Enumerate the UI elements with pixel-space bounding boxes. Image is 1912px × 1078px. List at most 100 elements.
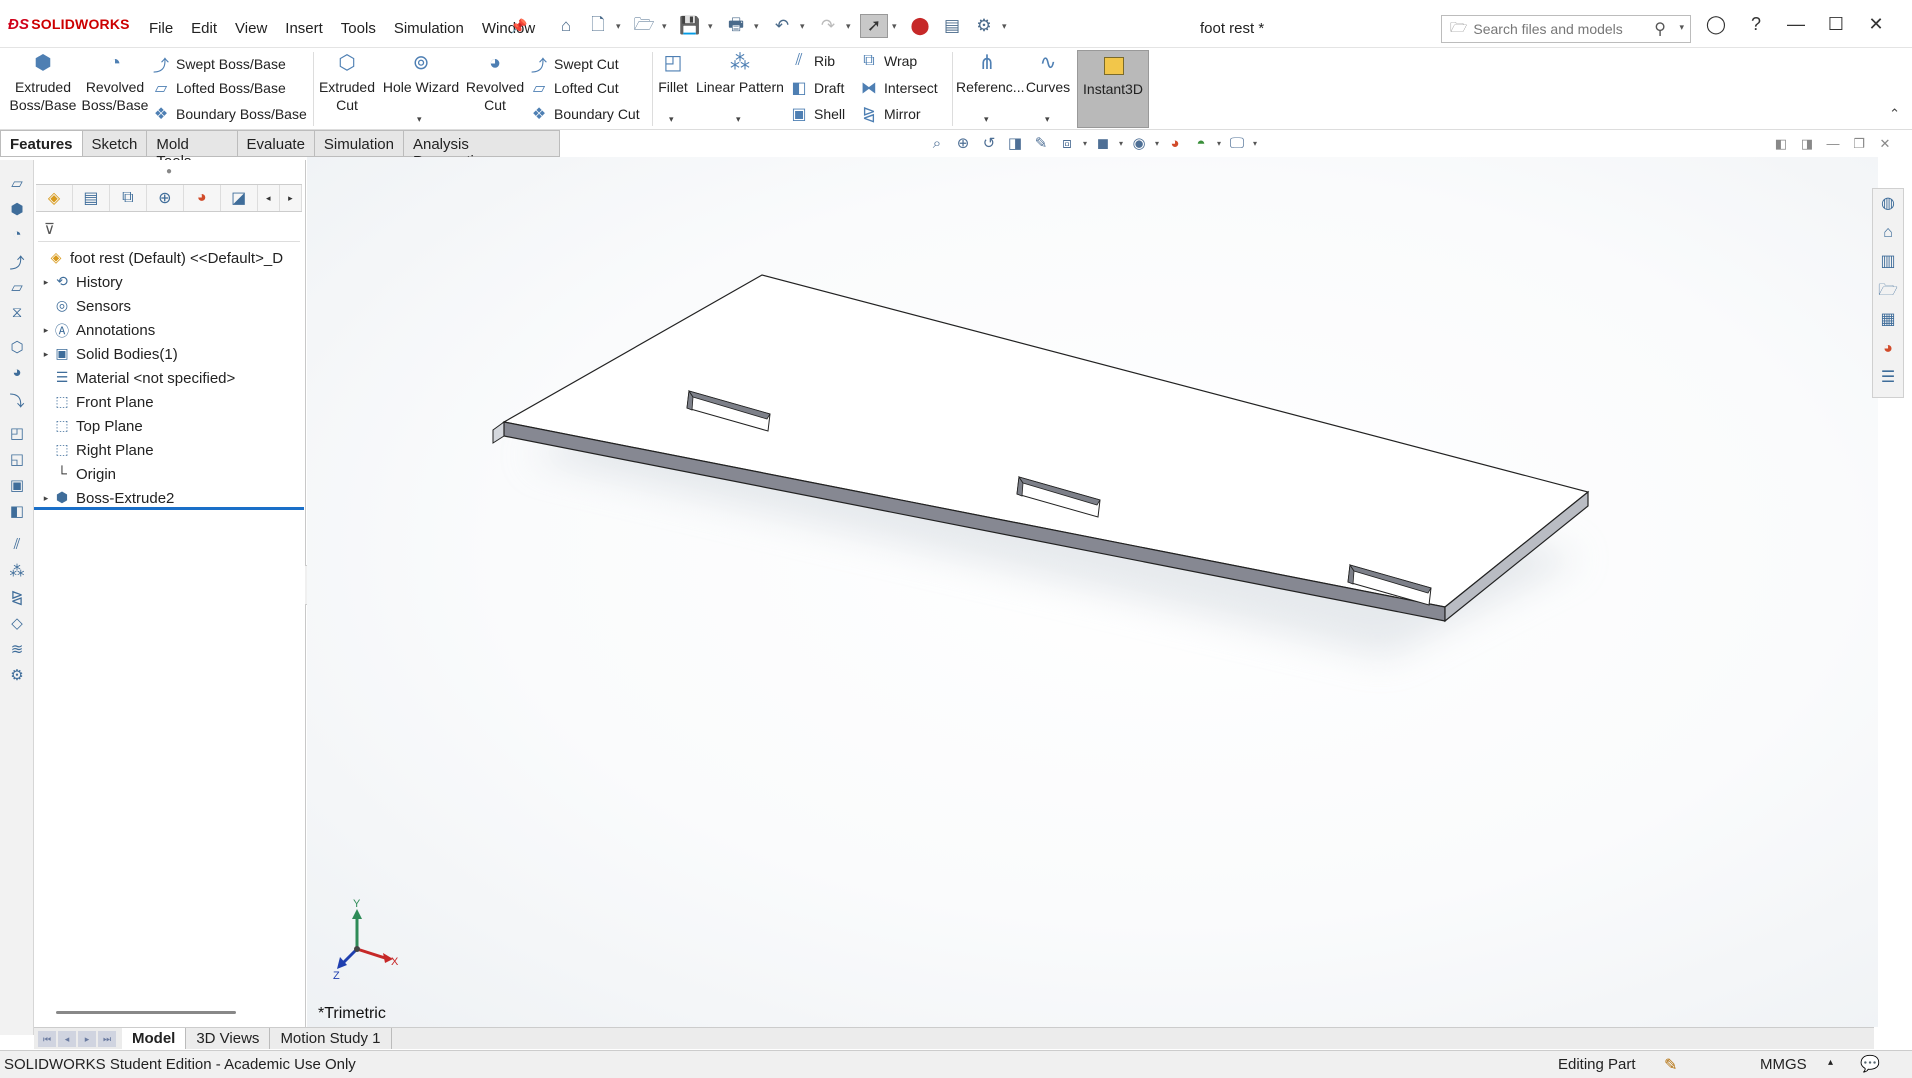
home-icon[interactable]: ⌂: [552, 14, 580, 38]
tab-simulation[interactable]: Simulation: [314, 130, 404, 157]
feature-tree-tab-icon[interactable]: ◈: [36, 185, 73, 211]
section-view-icon[interactable]: ◨: [1003, 134, 1027, 152]
search-input[interactable]: Search files and models: [1473, 21, 1622, 37]
tab-features[interactable]: Features: [0, 130, 83, 157]
solidworks-resources-icon[interactable]: ◍: [1873, 189, 1903, 218]
view-orientation-icon[interactable]: ⧈: [1055, 135, 1079, 152]
lofted-boss-button[interactable]: ⏥ Lofted Boss/Base: [152, 78, 286, 98]
horizontal-scrollbar[interactable]: [56, 1011, 236, 1014]
fillet-strip-icon[interactable]: ◰: [7, 424, 27, 442]
sweep-icon[interactable]: ⤴: [7, 252, 27, 272]
new-dropdown-icon[interactable]: ▾: [616, 21, 626, 32]
tree-root-part[interactable]: ◈ foot rest (Default) <<Default>_D: [34, 246, 306, 270]
configuration-manager-tab-icon[interactable]: ⧉: [110, 185, 147, 211]
options-gear-icon[interactable]: ⚙: [970, 14, 998, 38]
tab-analysis-preparation[interactable]: Analysis Preparation: [403, 130, 560, 170]
solidworks-logo[interactable]: ƉS SOLIDWORKS: [8, 16, 130, 33]
tab-mold-tools[interactable]: Mold Tools: [147, 130, 238, 170]
lofted-cut-button[interactable]: ⏥ Lofted Cut: [530, 78, 619, 98]
pane-grip-icon[interactable]: ●: [166, 166, 172, 177]
tree-item-solid-bodies[interactable]: ▸ ▣ Solid Bodies(1): [34, 342, 306, 366]
search-icon[interactable]: ⚲: [1654, 19, 1666, 39]
cut-extrude-icon[interactable]: ⬡: [7, 338, 27, 356]
expand-arrow-icon[interactable]: ▸: [40, 349, 52, 360]
shell-strip-icon[interactable]: ▣: [7, 476, 27, 494]
linear-pattern-button[interactable]: ⁂ Linear Pattern: [696, 53, 784, 96]
tree-item-front-plane[interactable]: ⬚ Front Plane: [34, 390, 306, 414]
redo-dropdown-icon[interactable]: ▾: [846, 21, 856, 32]
edit-appearance-icon[interactable]: ◕: [1163, 135, 1187, 152]
model-view[interactable]: Y X Z: [307, 157, 1872, 1027]
viewport-close-icon[interactable]: ✕: [1874, 136, 1896, 152]
fillet-button[interactable]: ◰ Fillet: [656, 53, 690, 96]
rib-strip-icon[interactable]: ⫽: [7, 536, 27, 554]
undo-icon[interactable]: ↶: [768, 14, 796, 38]
close-icon[interactable]: ✕: [1856, 14, 1896, 35]
collapse-left-pane-icon[interactable]: ◧: [1770, 136, 1792, 152]
tree-item-top-plane[interactable]: ⬚ Top Plane: [34, 414, 306, 438]
zoom-to-fit-icon[interactable]: ⌕: [925, 135, 949, 152]
revolved-cut-button[interactable]: ◕ Revolved Cut: [464, 53, 526, 114]
hide-show-items-icon[interactable]: ◉: [1127, 134, 1151, 152]
minimize-icon[interactable]: —: [1776, 14, 1816, 35]
tree-item-material[interactable]: ☰ Material <not specified>: [34, 366, 306, 390]
property-manager-tab-icon[interactable]: ▤: [73, 185, 110, 211]
tree-item-origin[interactable]: └ Origin: [34, 462, 306, 486]
plane-strip-icon[interactable]: ◇: [7, 614, 27, 632]
prev-tab-icon[interactable]: ◂: [58, 1030, 76, 1047]
curves-dropdown-icon[interactable]: ▾: [1045, 114, 1050, 125]
apply-scene-icon[interactable]: ◓: [1189, 135, 1213, 152]
draft-strip-icon[interactable]: ◧: [7, 502, 27, 520]
custom-properties-icon[interactable]: ☰: [1873, 363, 1903, 392]
tree-item-history[interactable]: ▸ ⟲ History: [34, 270, 306, 294]
display-style-dropdown-icon[interactable]: ▾: [1117, 139, 1125, 148]
tree-item-annotations[interactable]: ▸ Ⓐ Annotations: [34, 318, 306, 342]
cut-sweep-icon[interactable]: ⤵: [7, 390, 27, 410]
reference-triad[interactable]: Y X Z: [333, 898, 399, 982]
dimxpert-tab-icon[interactable]: ⊕: [147, 185, 184, 211]
print-icon[interactable]: 🖶: [722, 14, 750, 38]
draft-button[interactable]: ◧ Draft: [790, 78, 844, 98]
revolve-icon[interactable]: ◔: [7, 226, 27, 244]
help-icon[interactable]: ?: [1736, 14, 1776, 35]
intersect-button[interactable]: ⧓ Intersect: [860, 78, 938, 98]
measure-strip-icon[interactable]: ⚙: [7, 666, 27, 684]
rebuild-status-icon[interactable]: ✎: [1664, 1055, 1677, 1075]
extruded-boss-button[interactable]: ⬢ Extruded Boss/Base: [8, 53, 78, 114]
view-settings-icon[interactable]: 🖵: [1225, 135, 1249, 152]
expand-arrow-icon[interactable]: ▸: [40, 493, 52, 504]
first-tab-icon[interactable]: ⏮: [38, 1030, 56, 1047]
graphics-area[interactable]: Y X Z *Trimetric: [307, 157, 1878, 1027]
pin-menu-icon[interactable]: 📌: [510, 18, 527, 35]
next-tab-icon[interactable]: ▸: [78, 1030, 96, 1047]
new-document-icon[interactable]: 🗋: [584, 14, 612, 38]
reference-dropdown-icon[interactable]: ▾: [984, 114, 989, 125]
hole-wizard-dropdown-icon[interactable]: ▾: [417, 114, 422, 125]
tree-item-boss-extrude2[interactable]: ▸ ⬢ Boss-Extrude2: [34, 486, 306, 510]
menu-view[interactable]: View: [226, 20, 276, 37]
rollback-bar[interactable]: [34, 507, 304, 510]
fillet-dropdown-icon[interactable]: ▾: [669, 114, 674, 125]
wrap-button[interactable]: ⧉ Wrap: [860, 52, 917, 70]
dynamic-annotation-icon[interactable]: ✎: [1029, 134, 1053, 152]
chamfer-strip-icon[interactable]: ◱: [7, 450, 27, 468]
swept-cut-button[interactable]: ⤴ Swept Cut: [530, 52, 619, 76]
linear-pattern-dropdown-icon[interactable]: ▾: [736, 114, 741, 125]
home-pane-icon[interactable]: ⌂: [1873, 218, 1903, 247]
boss-icon[interactable]: ⬢: [7, 200, 27, 218]
sketch-plane-icon[interactable]: ▱: [7, 174, 27, 192]
zoom-to-area-icon[interactable]: ⊕: [951, 134, 975, 152]
swept-boss-button[interactable]: ⤴ Swept Boss/Base: [152, 52, 286, 76]
quick-tips-icon[interactable]: 💬: [1860, 1054, 1880, 1074]
plate-left-face[interactable]: [492, 421, 505, 444]
cut-revolve-icon[interactable]: ◕: [7, 364, 27, 382]
tree-item-sensors[interactable]: ◎ Sensors: [34, 294, 306, 318]
tree-item-right-plane[interactable]: ⬚ Right Plane: [34, 438, 306, 462]
maximize-icon[interactable]: ☐: [1816, 14, 1856, 35]
tab-evaluate[interactable]: Evaluate: [237, 130, 315, 157]
redo-icon[interactable]: ↷: [814, 14, 842, 38]
menu-simulation[interactable]: Simulation: [385, 20, 473, 37]
curves-button[interactable]: ∿ Curves: [1022, 53, 1074, 96]
display-style-icon[interactable]: ◼: [1091, 134, 1115, 152]
shell-button[interactable]: ▣ Shell: [790, 104, 845, 124]
